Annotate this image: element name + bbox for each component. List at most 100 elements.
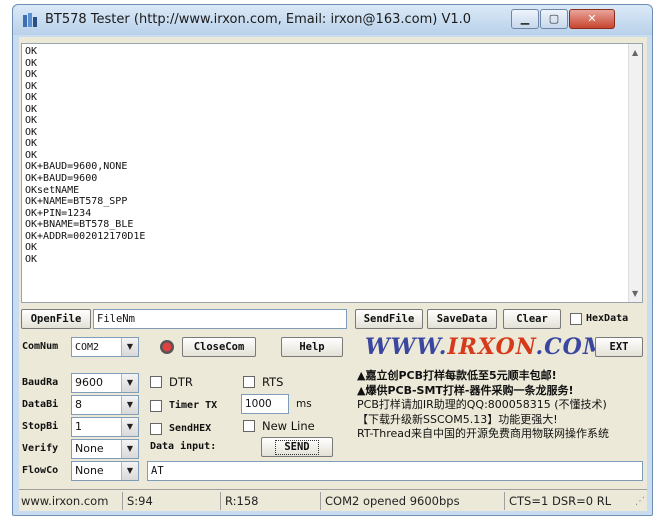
sendhex-label: SendHEX <box>169 423 212 434</box>
open-file-button[interactable]: OpenFile <box>21 309 91 329</box>
output-line: OK <box>25 46 38 57</box>
output-line: OK <box>25 253 38 265</box>
receive-output-area[interactable]: OK OK OK OK OK OK OK OK OK OK OK+BAUD=9600,NONE OK+… <box>21 43 643 303</box>
status-received-count: R:158 <box>223 492 321 510</box>
hexdata-checkbox[interactable] <box>570 313 582 325</box>
output-line: OK+BNAME=BT578_BLE <box>25 219 134 231</box>
status-bar: www.irxon.com S:94 R:158 COM2 opened 960… <box>19 489 647 511</box>
title-bar[interactable]: BT578 Tester (http://www.irxon.com, Emai… <box>13 5 652 35</box>
close-button[interactable]: ✕ <box>569 9 615 29</box>
output-line: OK <box>25 80 38 92</box>
output-line: OK <box>25 92 38 104</box>
window-title: BT578 Tester (http://www.irxon.com, Emai… <box>45 12 472 27</box>
filename-input[interactable]: FileNm <box>93 309 347 329</box>
irxon-logo[interactable]: WWW.IRXON.COM <box>365 334 608 360</box>
newline-label: New Line <box>262 419 315 433</box>
output-line: OK+BAUD=9600,NONE <box>25 161 128 173</box>
newline-checkbox[interactable] <box>243 420 255 432</box>
maximize-button[interactable]: ▢ <box>540 9 568 29</box>
maximize-icon: ▢ <box>548 12 560 25</box>
app-window: BT578 Tester (http://www.irxon.com, Emai… <box>12 4 653 516</box>
timer-tx-checkbox[interactable] <box>150 400 162 412</box>
databits-value: 8 <box>75 398 82 411</box>
chevron-down-icon: ▼ <box>121 374 138 392</box>
send-button-label: SEND <box>275 440 319 455</box>
output-line: OK <box>25 138 38 150</box>
output-lines: OK OK OK OK OK OK OK OK OK OK OK+BAUD=9600,NONE OK+… <box>25 46 145 265</box>
comnum-select[interactable]: COM2 ▼ <box>71 337 139 357</box>
databits-select[interactable]: 8 ▼ <box>71 395 139 415</box>
port-status-indicator-icon <box>160 340 174 354</box>
output-line: OK <box>25 115 38 127</box>
scroll-up-icon[interactable]: ▲ <box>632 48 638 57</box>
flowcontrol-value: None <box>75 464 104 477</box>
verify-select[interactable]: None ▼ <box>71 439 139 459</box>
send-button[interactable]: SEND <box>261 437 333 457</box>
status-website[interactable]: www.irxon.com <box>19 492 123 510</box>
stopbits-value: 1 <box>75 420 82 433</box>
rts-checkbox[interactable] <box>243 376 255 388</box>
baudrate-value: 9600 <box>75 376 103 389</box>
ext-button[interactable]: EXT <box>595 337 643 357</box>
rts-label: RTS <box>262 375 284 389</box>
flowcontrol-label: FlowCo <box>22 465 59 476</box>
output-line: OK+BAUD=9600 <box>25 173 98 185</box>
send-data-input[interactable]: AT <box>147 461 643 481</box>
timer-interval-input[interactable]: 1000 <box>241 394 289 414</box>
dtr-checkbox[interactable] <box>150 376 162 388</box>
resize-grip-icon[interactable]: ⋰ <box>635 496 645 507</box>
ad-line[interactable]: ▲嘉立创PCB打样每款低至5元顺丰包邮! <box>357 369 651 384</box>
databits-label: DataBi <box>22 399 59 410</box>
stopbits-select[interactable]: 1 ▼ <box>71 417 139 437</box>
status-signals: CTS=1 DSR=0 RL <box>509 494 612 508</box>
status-port: COM2 opened 9600bps <box>323 492 505 510</box>
chevron-down-icon: ▼ <box>121 338 138 356</box>
stopbits-label: StopBi <box>22 421 59 432</box>
status-sent-count: S:94 <box>125 492 221 510</box>
output-line: OK <box>25 242 38 254</box>
hexdata-label: HexData <box>586 313 629 324</box>
minimize-button[interactable]: ▁ <box>511 9 539 29</box>
output-scrollbar[interactable]: ▲ ▼ <box>628 44 642 302</box>
ad-line[interactable]: PCB打样请加IR助理的QQ:800058315 (不懂技术) <box>357 398 651 413</box>
ad-panel[interactable]: ▲嘉立创PCB打样每款低至5元顺丰包邮! ▲爆供PCB-SMT打样-器件采购一条… <box>357 369 651 445</box>
chevron-down-icon: ▼ <box>121 440 138 458</box>
output-line: OK <box>25 69 38 81</box>
output-line: OK <box>25 149 38 161</box>
timer-unit-label: ms <box>296 398 312 410</box>
timer-tx-label: Timer TX <box>169 400 218 411</box>
clear-button[interactable]: Clear <box>503 309 561 329</box>
output-line: OK+ADDR=002012170D1E <box>25 230 146 242</box>
chevron-down-icon: ▼ <box>121 396 138 414</box>
output-line: OK <box>25 103 38 115</box>
sendhex-checkbox[interactable] <box>150 423 162 435</box>
flowcontrol-select[interactable]: None ▼ <box>71 461 139 481</box>
output-line: OK+PIN=1234 <box>25 207 92 219</box>
chevron-down-icon: ▼ <box>121 462 138 480</box>
ad-line[interactable]: 【下载升级新SSCOM5.13】功能更强大! <box>357 413 651 428</box>
app-icon <box>23 13 37 27</box>
help-button[interactable]: Help <box>281 337 343 357</box>
verify-label: Verify <box>22 443 59 454</box>
baudrate-select[interactable]: 9600 ▼ <box>71 373 139 393</box>
send-file-button[interactable]: SendFile <box>355 309 423 329</box>
save-data-button[interactable]: SaveData <box>427 309 497 329</box>
close-com-button[interactable]: CloseCom <box>182 337 256 357</box>
close-icon: ✕ <box>587 12 597 25</box>
scroll-down-icon[interactable]: ▼ <box>632 289 638 298</box>
ad-line[interactable]: ▲爆供PCB-SMT打样-器件采购一条龙服务! <box>357 384 651 399</box>
dtr-label: DTR <box>169 375 193 389</box>
output-line: OK <box>25 57 38 69</box>
output-line: OKsetNAME <box>25 184 80 196</box>
ad-line[interactable]: RT-Thread来自中国的开源免费商用物联网操作系统 <box>357 427 651 442</box>
output-line: OK <box>25 126 38 138</box>
minimize-icon: ▁ <box>520 12 530 25</box>
baudrate-label: BaudRa <box>22 377 59 388</box>
client-area: OK OK OK OK OK OK OK OK OK OK OK+BAUD=9600,NONE OK+… <box>19 37 647 511</box>
data-input-label: Data input: <box>150 441 217 452</box>
output-line: OK+NAME=BT578_SPP <box>25 196 128 208</box>
verify-value: None <box>75 442 104 455</box>
chevron-down-icon: ▼ <box>121 418 138 436</box>
comnum-label: ComNum <box>22 341 59 352</box>
comnum-value: COM2 <box>75 342 100 353</box>
